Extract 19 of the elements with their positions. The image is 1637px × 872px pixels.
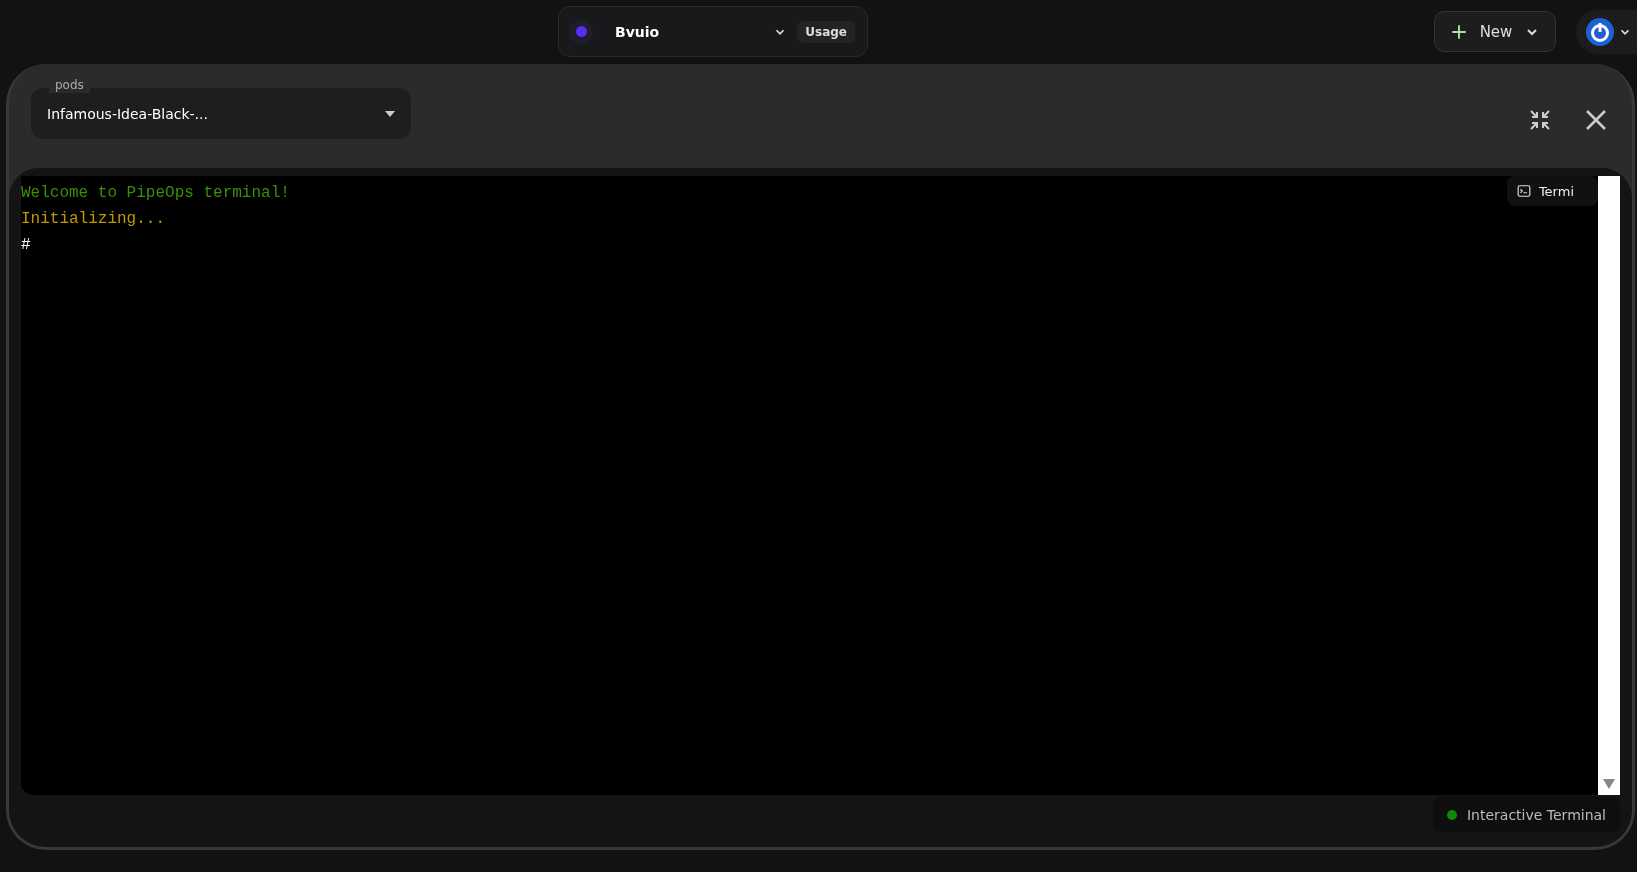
new-button[interactable]: New [1434,11,1556,52]
terminal-icon [1516,184,1531,198]
project-switcher[interactable]: Bvuio Usage [558,6,868,57]
select-label: pods [49,77,90,93]
scroll-down-icon[interactable] [1603,779,1615,789]
caret-icon [385,110,395,117]
terminal-status: Interactive Terminal [1432,797,1620,832]
terminal-line: Welcome to PipeOps terminal! [21,183,290,204]
power-avatar-icon [1586,18,1614,46]
usage-button[interactable]: Usage [797,20,855,43]
terminal-line: # [21,235,31,256]
terminal-screen[interactable]: Welcome to PipeOps terminal! Initializing... # Termi [21,176,1620,795]
project-name: Bvuio [615,23,661,40]
user-menu[interactable] [1576,10,1637,54]
scrollbar[interactable] [1598,176,1620,795]
plus-icon [1449,22,1468,41]
terminal-tab[interactable]: Termi [1506,176,1598,206]
project-dot-icon [569,19,593,44]
terminal-line: Initializing... [21,209,166,230]
